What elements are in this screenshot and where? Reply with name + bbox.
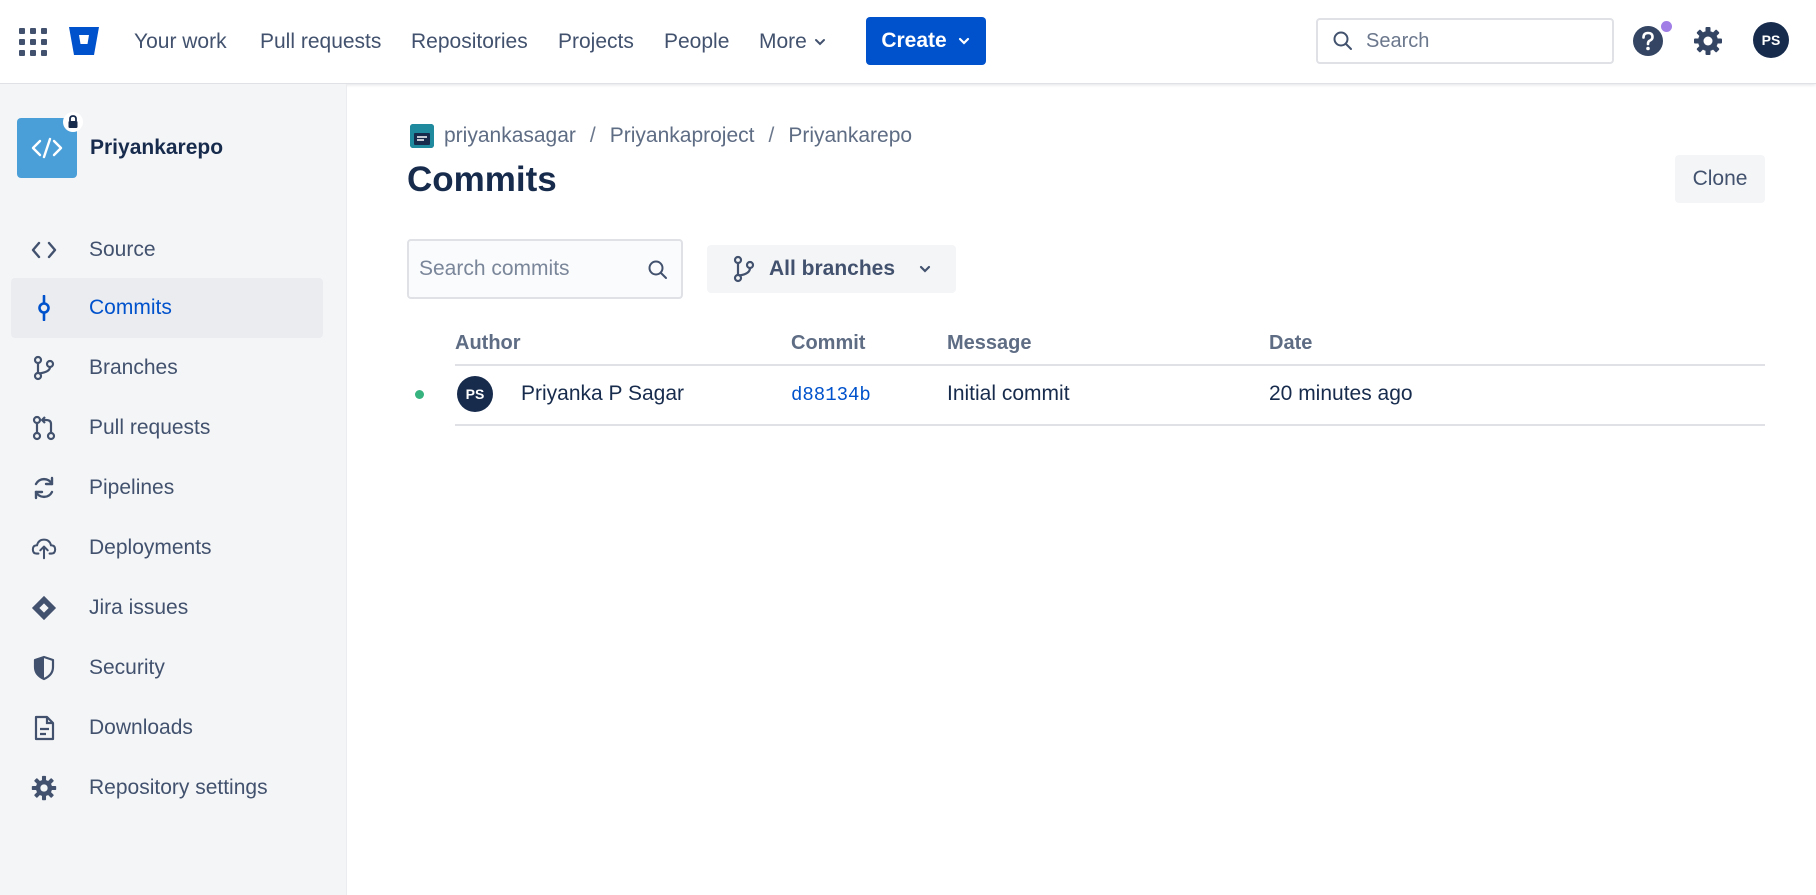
help-icon[interactable]: [1632, 25, 1664, 57]
user-avatar[interactable]: PS: [1753, 22, 1789, 58]
settings-gear-icon[interactable]: [1692, 25, 1724, 57]
sidebar-item-label: Downloads: [89, 716, 193, 739]
commits-table: Author Commit Message Date PS Priyanka P…: [415, 328, 1765, 426]
breadcrumb-project[interactable]: Priyankaproject: [610, 124, 755, 148]
sidebar: Priyankarepo Source Commits Branches Pul…: [0, 84, 347, 895]
commit-search[interactable]: [407, 239, 683, 299]
chevron-down-icon: [919, 265, 931, 273]
page-title: Commits: [407, 160, 557, 199]
sidebar-item-pipelines[interactable]: Pipelines: [11, 458, 323, 518]
sidebar-item-deployments[interactable]: Deployments: [11, 518, 323, 578]
breadcrumb-repo[interactable]: Priyankarepo: [788, 124, 912, 148]
nav-repositories[interactable]: Repositories: [411, 27, 528, 57]
global-search[interactable]: [1316, 18, 1614, 64]
commit-hash-link[interactable]: d88134b: [791, 384, 871, 406]
sidebar-item-label: Source: [89, 238, 156, 261]
chevron-down-icon: [814, 39, 825, 46]
nav-more-label: More: [759, 30, 807, 53]
branch-filter-label: All branches: [769, 257, 896, 280]
sidebar-item-label: Pipelines: [89, 476, 175, 499]
sidebar-item-source[interactable]: Source: [11, 220, 323, 280]
commit-date: 20 minutes ago: [1269, 382, 1413, 405]
sidebar-item-label: Pull requests: [89, 416, 211, 439]
shield-icon: [31, 655, 57, 681]
top-navigation: Your work Pull requests Repositories Pro…: [0, 0, 1816, 84]
sidebar-item-security[interactable]: Security: [11, 638, 323, 698]
code-icon: [31, 137, 63, 159]
repo-avatar: [17, 112, 83, 178]
sidebar-item-repository-settings[interactable]: Repository settings: [11, 758, 323, 818]
sidebar-item-label: Deployments: [89, 536, 212, 559]
pipelines-icon: [31, 475, 57, 501]
search-icon: [648, 260, 667, 279]
workspace-avatar-icon: [410, 124, 434, 148]
commit-search-input[interactable]: [419, 257, 639, 281]
breadcrumb-separator: /: [589, 124, 596, 147]
sidebar-item-label: Repository settings: [89, 776, 268, 799]
table-row[interactable]: PS Priyanka P Sagar d88134b Initial comm…: [415, 366, 1765, 426]
sidebar-item-downloads[interactable]: Downloads: [11, 698, 323, 758]
column-date: Date: [1269, 332, 1313, 354]
lock-icon: [63, 112, 83, 132]
bitbucket-logo-icon[interactable]: [68, 26, 100, 56]
notification-badge: [1661, 21, 1672, 32]
search-icon: [1333, 31, 1352, 50]
commit-author: Priyanka P Sagar: [521, 382, 685, 405]
author-avatar: PS: [457, 376, 493, 412]
jira-icon: [31, 595, 57, 621]
repo-header[interactable]: Priyankarepo: [17, 112, 224, 178]
repo-name: Priyankarepo: [90, 136, 224, 159]
chevron-down-icon: [958, 37, 969, 45]
nav-people[interactable]: People: [664, 27, 729, 57]
pull-request-icon: [31, 415, 57, 441]
branch-icon: [733, 255, 755, 283]
sidebar-item-label: Jira issues: [89, 596, 189, 619]
branch-filter-dropdown[interactable]: All branches: [707, 245, 956, 293]
branch-icon: [31, 355, 57, 381]
sidebar-item-label: Security: [89, 656, 165, 679]
cloud-upload-icon: [31, 535, 57, 561]
sidebar-item-label: Commits: [89, 296, 172, 319]
create-label: Create: [881, 29, 947, 52]
file-icon: [31, 715, 57, 741]
clone-button[interactable]: Clone: [1675, 155, 1765, 203]
gear-icon: [31, 775, 57, 801]
nav-projects[interactable]: Projects: [558, 27, 634, 57]
commit-message: Initial commit: [947, 382, 1070, 405]
nav-more-dropdown[interactable]: More: [759, 27, 827, 57]
column-message: Message: [947, 332, 1032, 354]
nav-pull-requests[interactable]: Pull requests: [260, 27, 381, 57]
column-author: Author: [455, 332, 521, 354]
create-button[interactable]: Create: [866, 17, 986, 65]
column-commit: Commit: [791, 332, 866, 354]
breadcrumb-workspace[interactable]: priyankasagar: [444, 124, 576, 148]
sidebar-item-pull-requests[interactable]: Pull requests: [11, 398, 323, 458]
nav-your-work[interactable]: Your work: [134, 27, 227, 57]
build-status-dot: [415, 390, 424, 399]
app-switcher-icon[interactable]: [19, 28, 47, 56]
code-icon: [31, 237, 57, 263]
sidebar-item-commits[interactable]: Commits: [11, 278, 323, 338]
breadcrumb-separator: /: [768, 124, 775, 147]
sidebar-item-branches[interactable]: Branches: [11, 338, 323, 398]
commit-icon: [31, 295, 57, 321]
sidebar-item-label: Branches: [89, 356, 178, 379]
table-header: Author Commit Message Date: [455, 328, 1765, 366]
sidebar-item-jira-issues[interactable]: Jira issues: [11, 578, 323, 638]
breadcrumb: priyankasagar / Priyankaproject / Priyan…: [410, 124, 912, 148]
global-search-input[interactable]: [1366, 29, 1586, 53]
